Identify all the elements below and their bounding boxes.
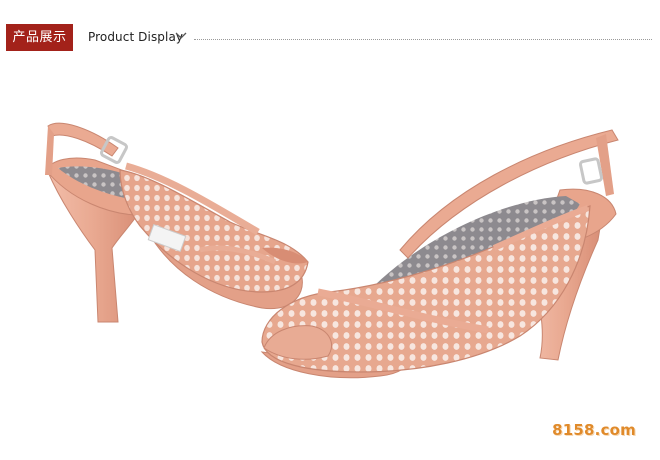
- right-sandal: [260, 129, 619, 379]
- chevron-down-icon: [175, 32, 187, 39]
- sandals-illustration: [45, 122, 619, 379]
- section-title: Product Display: [88, 30, 184, 44]
- left-sandal: [45, 122, 309, 323]
- product-image: [0, 56, 660, 455]
- watermark-logo: 8158.com: [552, 421, 636, 439]
- section-tag: 产品展示: [6, 24, 73, 51]
- section-header: 产品展示 Product Display: [0, 0, 660, 56]
- header-divider: [194, 39, 652, 40]
